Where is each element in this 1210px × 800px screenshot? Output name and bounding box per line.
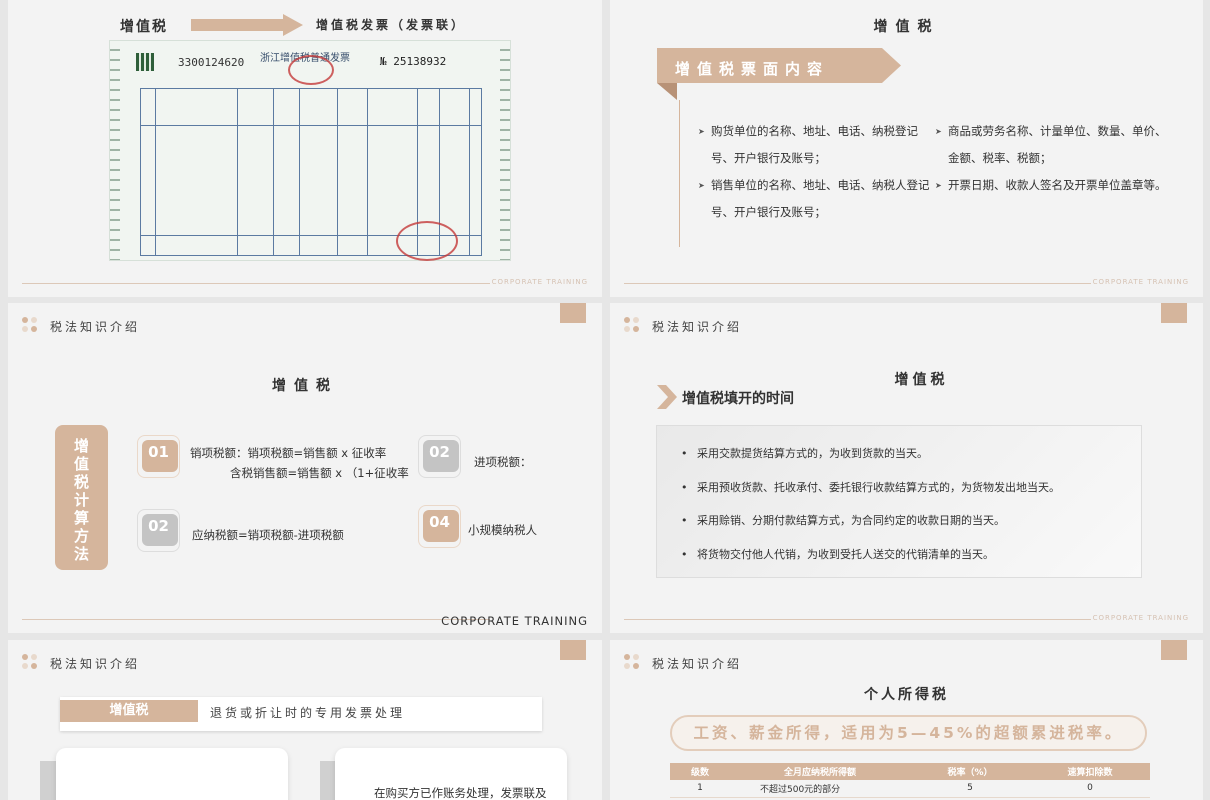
slide-subtitle: 增值税发票（发票联） xyxy=(316,18,467,32)
list-item: 开票日期、收款人签名及开票单位盖章等。 xyxy=(935,172,1170,199)
item-text: 进项税额： xyxy=(474,455,532,469)
card-text: 在购买方已作账务处理，发票联及 xyxy=(374,786,547,800)
red-stamp xyxy=(288,55,334,85)
number-badge-04: 04 xyxy=(418,505,461,548)
left-list: 购货单位的名称、地址、电话、纳税登记号、开户银行及账号； 销售单位的名称、地址、… xyxy=(698,118,933,226)
slide-footer: CORPORATE TRAINING xyxy=(624,278,1189,288)
list-item: 采用交款提货结算方式的，为收到货款的当天。 xyxy=(657,437,1141,471)
slide-footer: CORPORATE TRAINING xyxy=(22,278,588,288)
slide-title: 增值税 xyxy=(894,372,949,388)
slide-invoice-content[interactable]: 增值税 增值税票面内容 购货单位的名称、地址、电话、纳税登记号、开户银行及账号；… xyxy=(610,0,1203,297)
rate-pill: 工资、薪金所得，适用为5—45%的超额累进税率。 xyxy=(670,715,1147,751)
corner-square xyxy=(560,640,586,660)
title-tag: 增值税 xyxy=(60,700,198,722)
perforation-right xyxy=(500,41,510,260)
vertical-label: 增值税计算方法 xyxy=(55,425,108,570)
item-text: 小规模纳税人 xyxy=(468,523,537,537)
info-card xyxy=(56,748,288,800)
table-header: 全月应纳税所得额 xyxy=(730,763,910,780)
list-item: 采用赊销、分期付款结算方式，为合同约定的收款日期的当天。 xyxy=(657,504,1141,538)
banner-text: 增值税票面内容 xyxy=(675,60,830,78)
slide-grid: 增值税 增值税发票（发票联） 3300124620 浙江增值税普通发票 № 25… xyxy=(0,0,1210,800)
content-box: 采用交款提货结算方式的，为收到货款的当天。 采用预收货款、托收承付、委托银行收款… xyxy=(656,425,1142,578)
banner-fold xyxy=(657,83,677,100)
slide-issue-time[interactable]: 税法知识介绍 增值税 增值税填开的时间 采用交款提货结算方式的，为收到货款的当天… xyxy=(610,303,1203,633)
card-tab xyxy=(40,761,56,800)
list-item: 采用预收货款、托收承付、委托银行收款结算方式的，为货物发出地当天。 xyxy=(657,471,1141,505)
list-item: 购货单位的名称、地址、电话、纳税登记号、开户银行及账号； xyxy=(698,118,933,172)
list-item: 将货物交付他人代销，为收到受托人送交的代销清单的当天。 xyxy=(657,538,1141,572)
number-badge-02b: 02 xyxy=(137,509,180,552)
dots-icon xyxy=(624,317,646,335)
slide-title: 增值税 xyxy=(873,19,940,35)
slide-title: 个人所得税 xyxy=(864,687,949,703)
title-bar-text: 退货或折让时的专用发票处理 xyxy=(210,706,406,720)
chevron-right-icon xyxy=(657,385,677,409)
slide-return-handling[interactable]: 税法知识介绍 增值税 退货或折让时的专用发票处理 在购买方已作账务处理，发票联及 xyxy=(8,640,602,800)
item-text: 应纳税额=销项税额-进项税额 xyxy=(192,528,344,542)
right-arrow-icon xyxy=(191,14,303,36)
section-heading: 增值税填开的时间 xyxy=(682,391,794,407)
item-text: 销项税额：销项税额=销售额 x 征收率 xyxy=(190,446,387,460)
slide-invoice[interactable]: 增值税 增值税发票（发票联） 3300124620 浙江增值税普通发票 № 25… xyxy=(8,0,602,297)
perforation-left xyxy=(110,41,120,260)
right-list: 商品或劳务名称、计量单位、数量、单价、金额、税率、税额； 开票日期、收款人签名及… xyxy=(935,118,1170,199)
table-header: 税率（%） xyxy=(910,763,1030,780)
divider-line xyxy=(679,100,680,247)
list-item: 商品或劳务名称、计量单位、数量、单价、金额、税率、税额； xyxy=(935,118,1170,172)
table-header: 速算扣除数 xyxy=(1030,763,1150,780)
item-text: 含税销售额=销售额 x （1+征收率 xyxy=(230,466,409,480)
slide-title: 增值税 xyxy=(272,378,338,394)
invoice-number: № 25138932 xyxy=(380,55,447,68)
list-item: 销售单位的名称、地址、电话、纳税人登记号、开户银行及账号； xyxy=(698,172,933,226)
number-badge-02: 02 xyxy=(418,435,461,478)
invoice-image: 3300124620 浙江增值税普通发票 № 25138932 xyxy=(109,40,511,261)
dots-icon xyxy=(22,654,44,672)
slide-calculation[interactable]: 税法知识介绍 增值税 增值税计算方法 01 销项税额：销项税额=销售额 x 征收… xyxy=(8,303,602,633)
number-badge-01: 01 xyxy=(137,435,180,478)
slide-title: 增值税 xyxy=(120,19,168,35)
qr-code-icon xyxy=(136,53,154,71)
tax-table: 级数 全月应纳税所得额 税率（%） 速算扣除数 1 不超过500元的部分 5 0 xyxy=(670,763,1150,798)
seller-stamp xyxy=(396,221,458,261)
slide-footer: CORPORATE TRAINING xyxy=(22,614,588,628)
slide-footer: CORPORATE TRAINING xyxy=(624,614,1189,624)
card-tab xyxy=(320,761,336,800)
corner-square xyxy=(1161,303,1187,323)
corner-square xyxy=(1161,640,1187,660)
invoice-code: 3300124620 xyxy=(178,56,245,69)
table-header: 级数 xyxy=(670,763,730,780)
table-row: 1 不超过500元的部分 5 0 xyxy=(670,780,1150,798)
dots-icon xyxy=(22,317,44,335)
corner-square xyxy=(560,303,586,323)
dots-icon xyxy=(624,654,646,672)
slide-income-tax[interactable]: 税法知识介绍 个人所得税 工资、薪金所得，适用为5—45%的超额累进税率。 级数… xyxy=(610,640,1203,800)
